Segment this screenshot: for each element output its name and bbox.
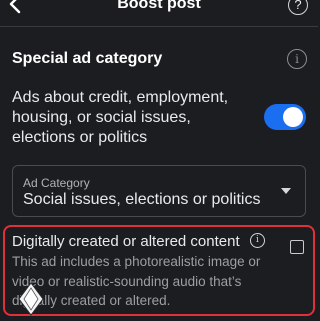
info-icon[interactable]: i (287, 49, 307, 69)
page-title: Boost post (117, 0, 201, 12)
top-bar: Boost post ? (0, 0, 318, 20)
special-ad-category-title: Special ad category (12, 50, 163, 67)
header-divider (0, 26, 318, 27)
ad-category-label: Ad Category (23, 176, 90, 190)
digital-content-description: This ad includes a photorealistic image … (12, 254, 261, 308)
digital-content-checkbox[interactable] (290, 240, 304, 254)
special-ad-toggle[interactable] (264, 104, 306, 130)
digital-content-info-icon[interactable]: i (250, 233, 265, 248)
ad-category-select[interactable]: Ad Category Social issues, elections or … (12, 165, 306, 217)
special-ad-toggle-label: Ads about credit, employment, housing, o… (12, 89, 229, 146)
toggle-knob (283, 107, 303, 127)
digital-content-title: Digitally created or altered content (12, 233, 240, 250)
caret-down-icon (281, 188, 291, 194)
ad-category-value: Social issues, elections or politics (23, 191, 261, 208)
diamond-logo-icon (18, 282, 44, 316)
